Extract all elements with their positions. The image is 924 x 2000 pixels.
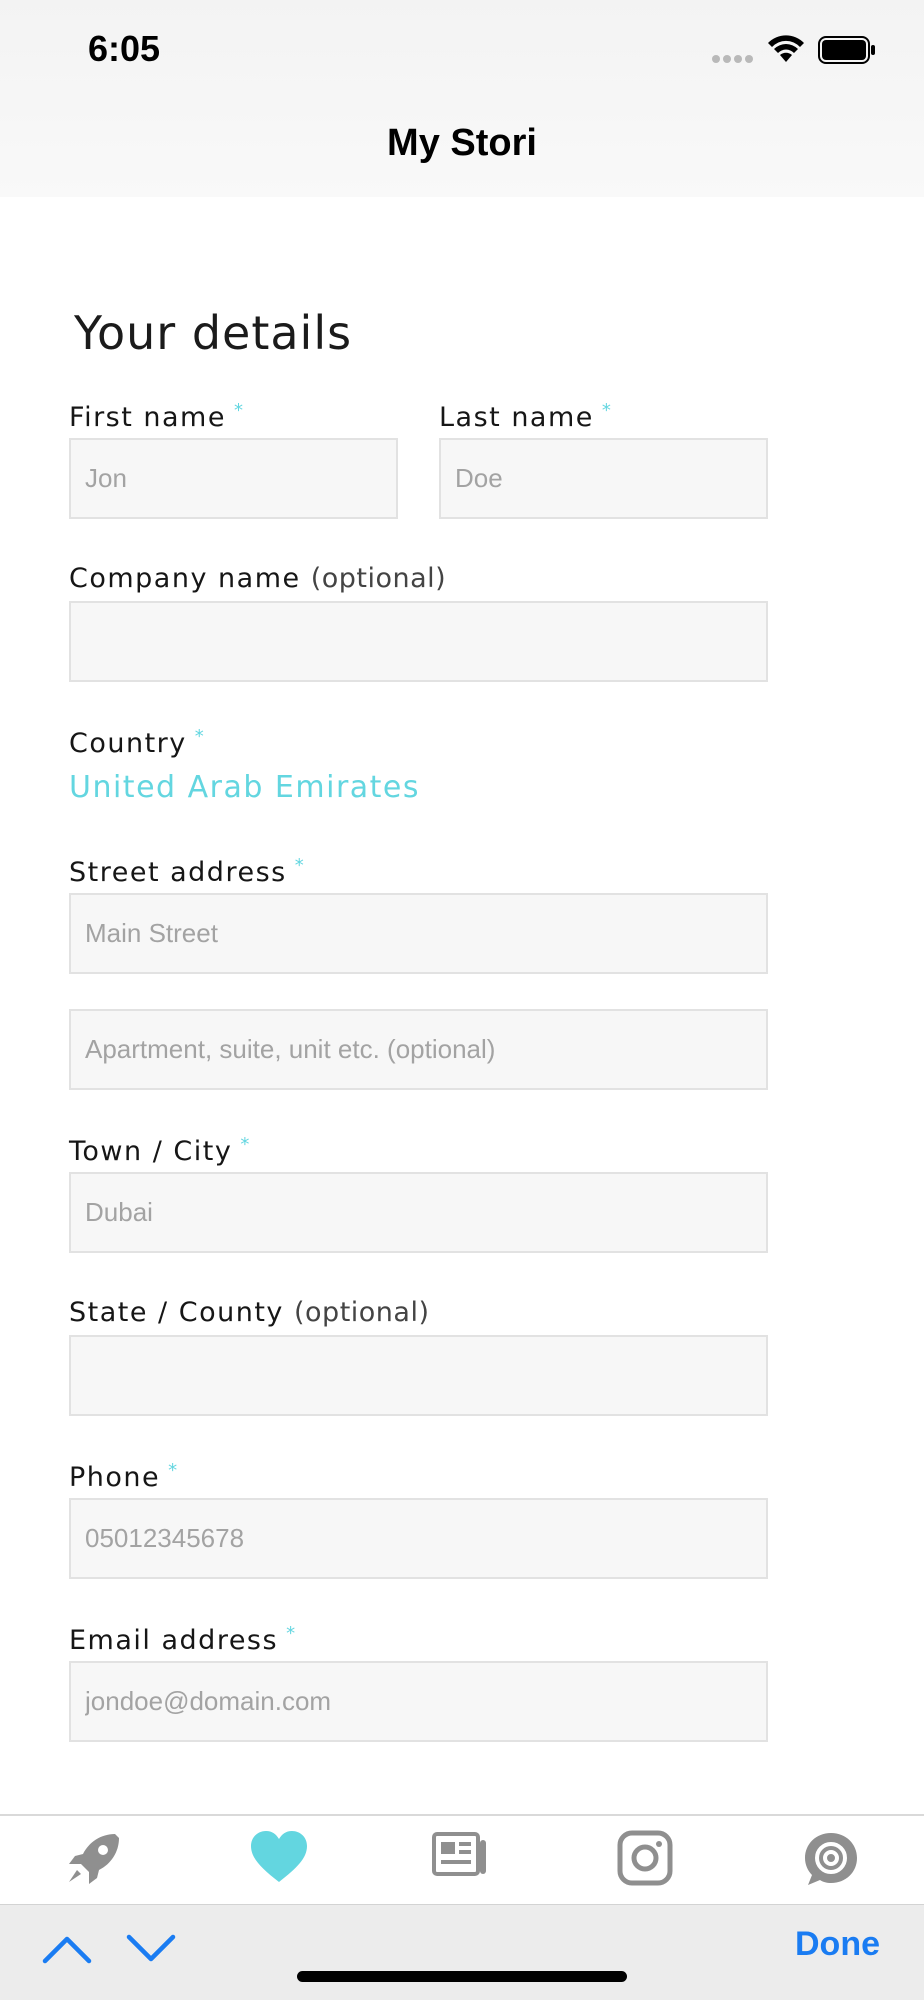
country-label-text: Country <box>69 728 187 759</box>
required-marker: * <box>601 400 613 421</box>
tab-instagram[interactable] <box>590 1816 700 1904</box>
phone-label-text: Phone <box>69 1462 161 1493</box>
tab-favorites[interactable] <box>222 1816 332 1904</box>
last-name-input[interactable] <box>439 438 768 519</box>
wifi-icon <box>768 35 804 62</box>
rocket-icon <box>69 1834 119 1884</box>
phone-label: Phone * <box>69 1460 179 1493</box>
done-button[interactable]: Done <box>795 1925 880 1964</box>
tab-help[interactable] <box>775 1816 885 1904</box>
email-label-text: Email address <box>69 1625 279 1656</box>
previous-field-button[interactable] <box>40 1931 100 1981</box>
chevron-down-icon <box>126 1934 176 1962</box>
status-time: 6:05 <box>88 28 161 69</box>
street-address-label: Street address * <box>69 855 305 888</box>
required-marker: * <box>286 1623 297 1644</box>
town-city-label: Town / City * <box>69 1134 251 1167</box>
first-name-label-text: First name <box>69 402 226 433</box>
keyboard-accessory-bar: Done <box>0 1904 924 2000</box>
instagram-icon <box>617 1830 673 1886</box>
section-title: Your details <box>74 306 353 360</box>
home-indicator <box>297 1971 627 1982</box>
email-input[interactable] <box>69 1661 768 1742</box>
newspaper-icon <box>432 1832 486 1876</box>
country-label: Country * <box>69 726 205 759</box>
required-marker: * <box>168 1460 179 1481</box>
optional-note: (optional) <box>310 563 447 594</box>
street-address-input[interactable] <box>69 893 768 974</box>
state-county-input[interactable] <box>69 1335 768 1416</box>
tab-bar <box>0 1814 924 1904</box>
next-field-button[interactable] <box>124 1931 184 1981</box>
email-label: Email address * <box>69 1623 297 1656</box>
required-marker: * <box>294 855 306 876</box>
phone-input[interactable] <box>69 1498 768 1579</box>
top-header: 6:05 My Stori <box>0 0 924 197</box>
last-name-label-text: Last name <box>439 402 594 433</box>
page-title: My Stori <box>387 122 537 164</box>
last-name-label: Last name * <box>439 400 612 433</box>
company-name-label-text: Company name <box>69 563 301 594</box>
state-county-label: State / County (optional) <box>69 1297 430 1328</box>
state-county-label-text: State / County <box>69 1297 284 1328</box>
required-marker: * <box>233 400 245 421</box>
cellular-signal-icon <box>712 55 754 63</box>
battery-icon <box>818 36 875 64</box>
heart-icon <box>251 1831 307 1882</box>
help-icon <box>805 1833 857 1885</box>
town-city-input[interactable] <box>69 1172 768 1253</box>
street-address-label-text: Street address <box>69 857 287 888</box>
country-select[interactable]: United Arab Emirates <box>69 770 420 805</box>
tab-rocket[interactable] <box>38 1816 148 1904</box>
company-name-input[interactable] <box>69 601 768 682</box>
town-city-label-text: Town / City <box>69 1136 233 1167</box>
required-marker: * <box>194 726 206 747</box>
company-name-label: Company name (optional) <box>69 563 446 594</box>
chevron-up-icon <box>42 1936 92 1964</box>
optional-note: (optional) <box>294 1297 430 1328</box>
first-name-input[interactable] <box>69 438 398 519</box>
apartment-input[interactable] <box>69 1009 768 1090</box>
first-name-label: First name * <box>69 400 244 433</box>
required-marker: * <box>240 1134 251 1155</box>
tab-news[interactable] <box>405 1816 515 1904</box>
